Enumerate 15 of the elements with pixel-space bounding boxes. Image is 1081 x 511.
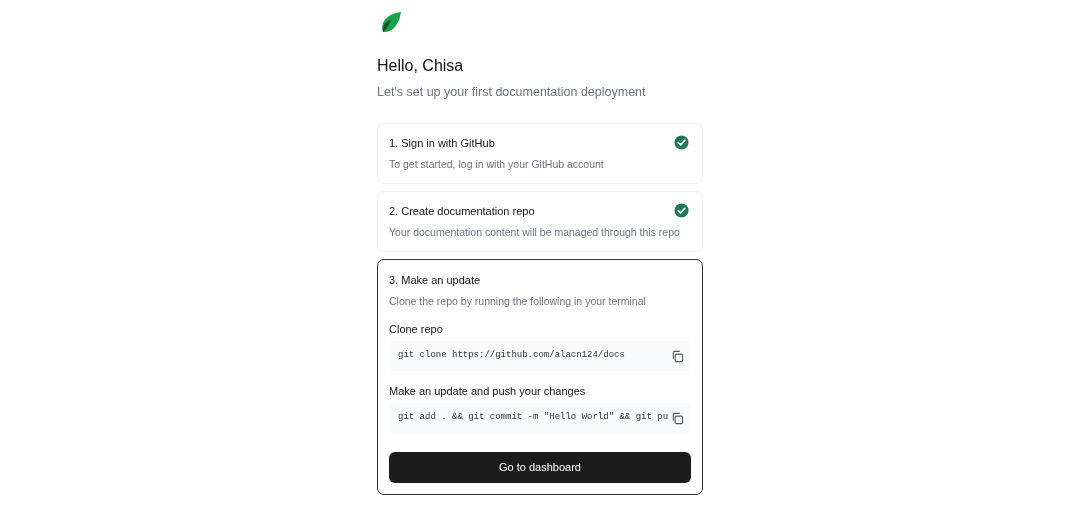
code-text: git clone https://github.com/alacn124/docs xyxy=(398,349,625,363)
step-description: Clone the repo by running the following in your terminal xyxy=(389,294,647,309)
command-label: Make an update and push your changes xyxy=(389,384,587,399)
copy-icon xyxy=(670,411,684,425)
step-description: To get started, log in with your GitHub account xyxy=(389,157,605,172)
command-label: Clone repo xyxy=(389,322,444,337)
step-description: Your documentation content will be managed through this repo xyxy=(389,225,681,240)
greeting-heading: Hello, Chisa xyxy=(377,56,465,76)
step-title: 1. Sign in with GitHub xyxy=(389,136,495,151)
step-title: 3. Make an update xyxy=(389,273,481,288)
code-text: git add . && git commit -m "Hello World" && git pu xyxy=(398,411,669,425)
step-title: 2. Create documentation repo xyxy=(389,204,535,219)
dashboard-button[interactable]: Go to dashboard xyxy=(389,452,691,483)
copy-icon xyxy=(670,349,684,363)
subtitle-text: Let's set up your first documentation deployment xyxy=(377,84,647,101)
